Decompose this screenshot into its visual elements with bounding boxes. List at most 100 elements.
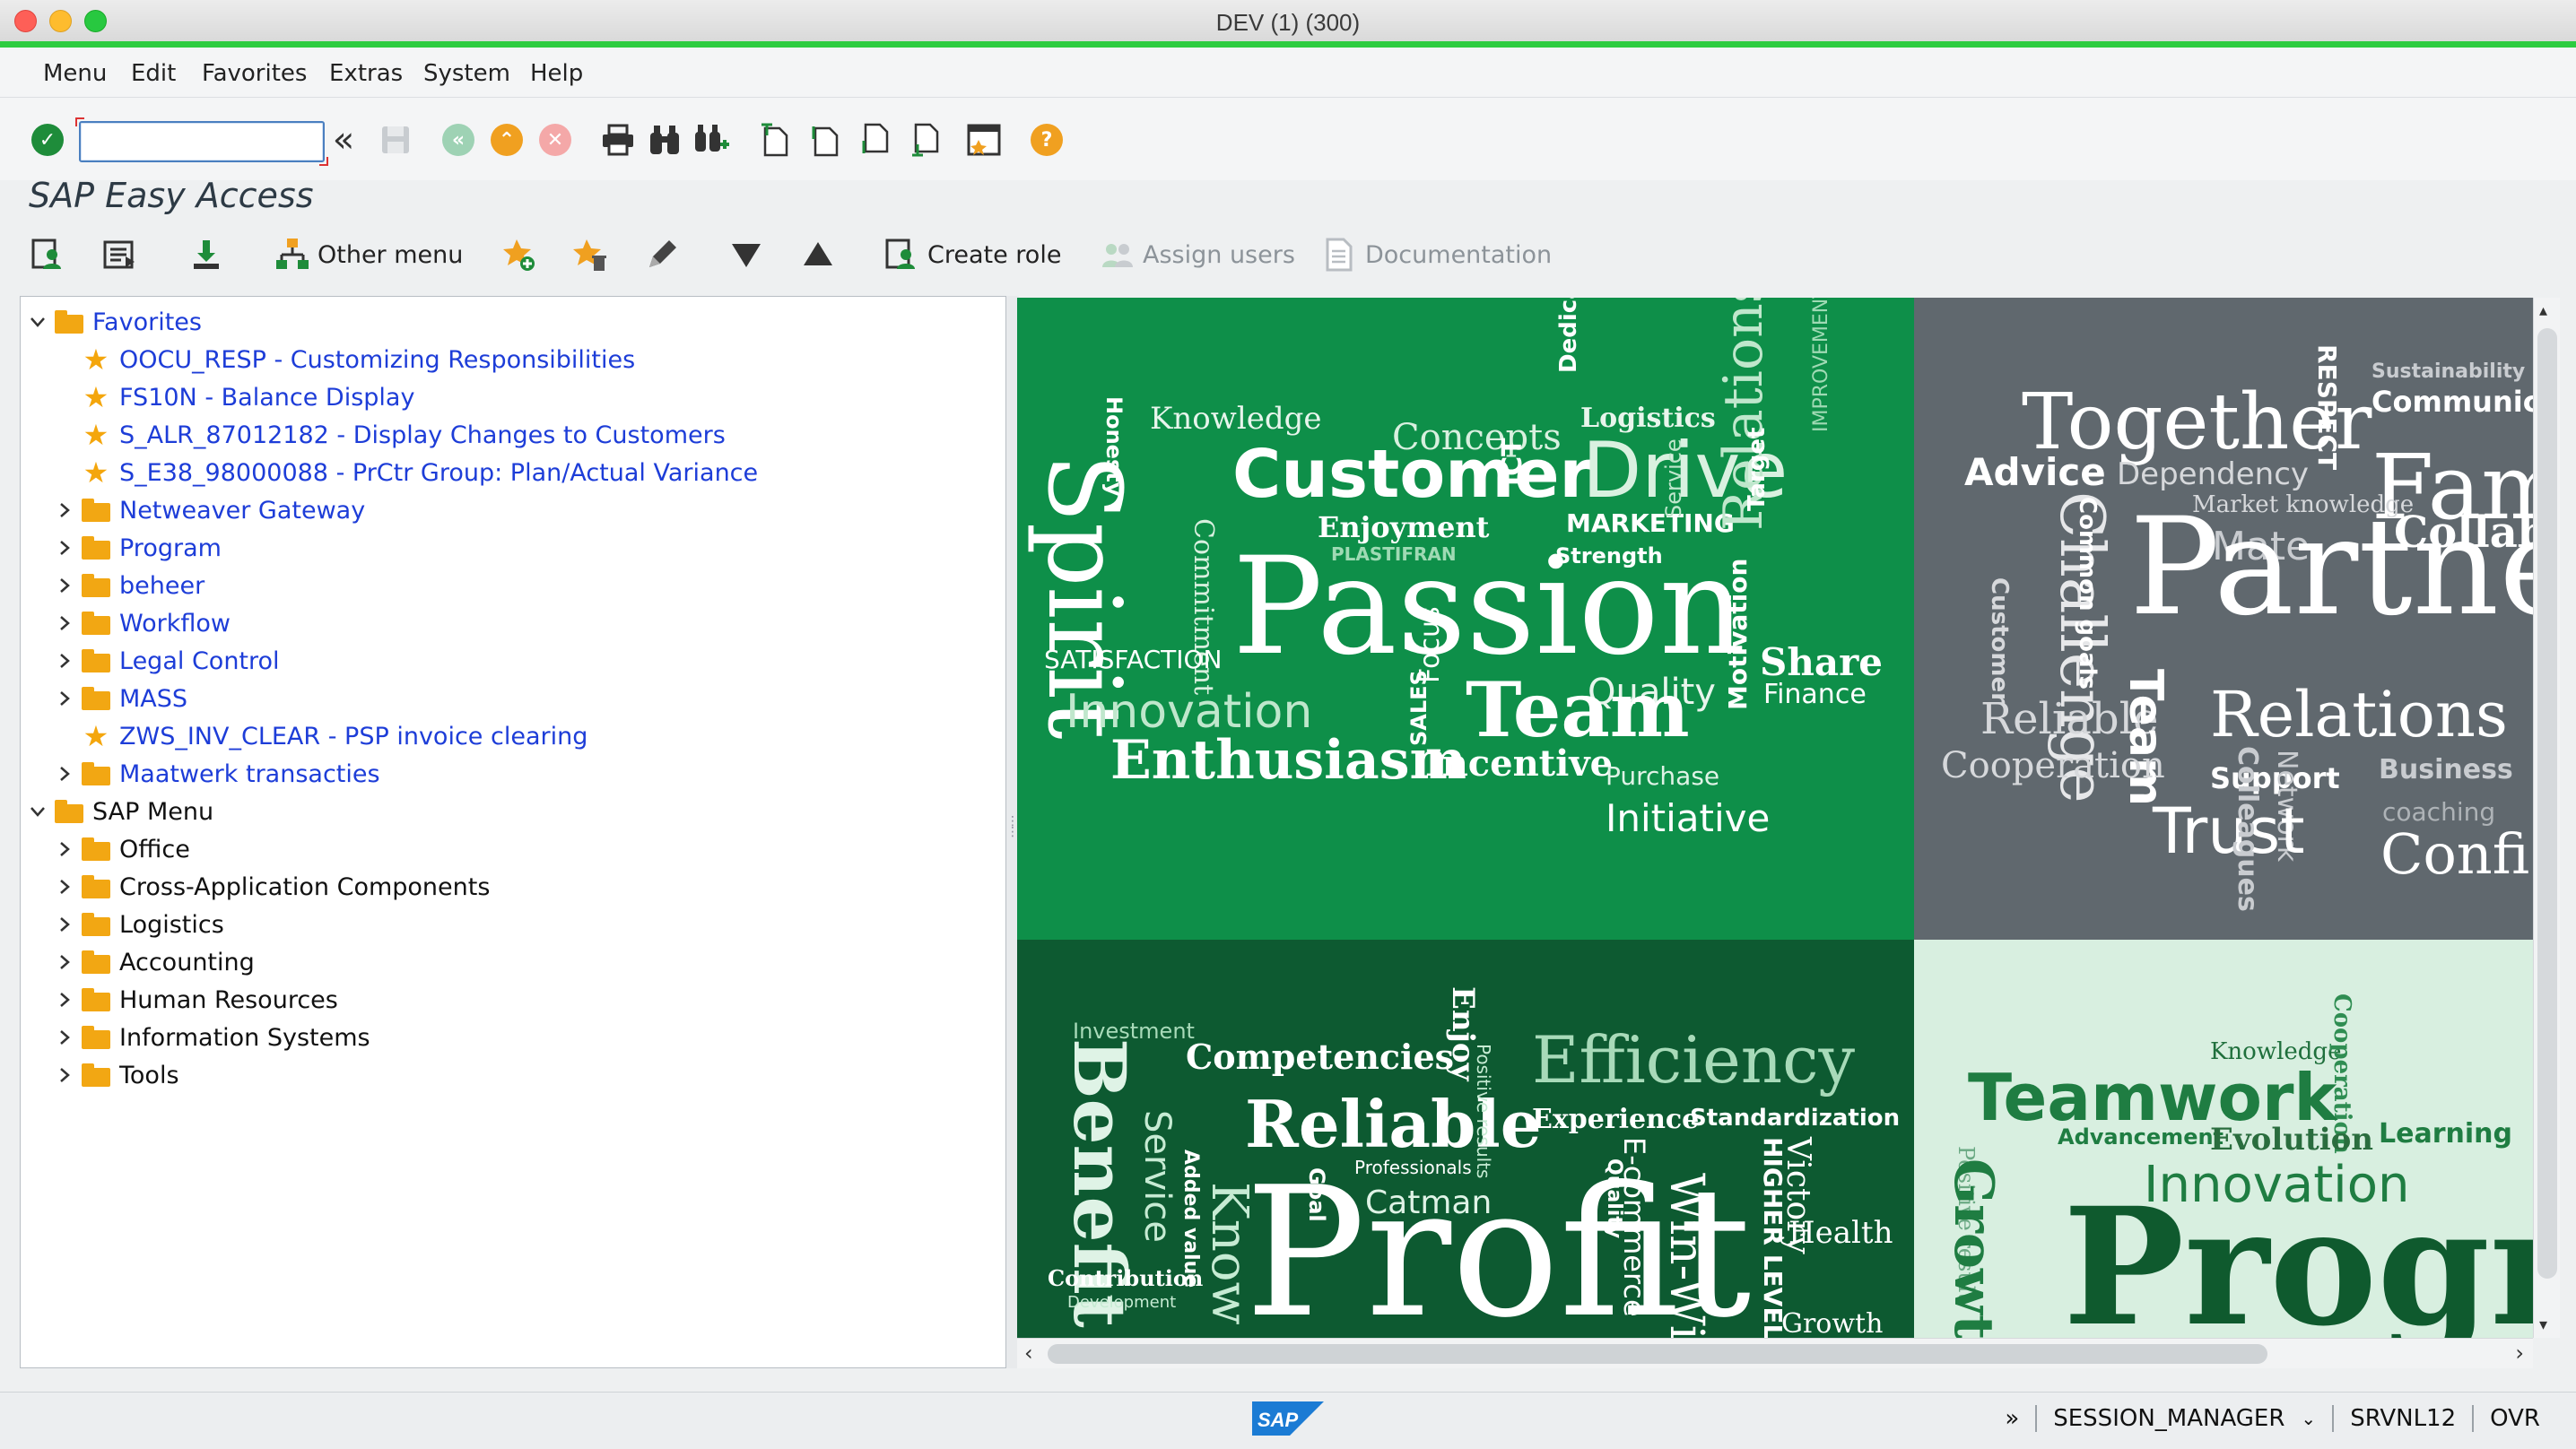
tree-folder[interactable]: Accounting <box>55 944 255 980</box>
chevron-right-icon[interactable] <box>55 839 74 859</box>
chevron-right-icon[interactable] <box>55 877 74 897</box>
word-cloud-word: Passion <box>1232 529 1746 685</box>
tree-folder[interactable]: Maatwerk transacties <box>55 756 380 792</box>
tree-folder[interactable]: Legal Control <box>55 643 280 679</box>
find-next-icon[interactable] <box>692 121 730 159</box>
horizontal-scrollbar[interactable]: ‹ › <box>1017 1338 2533 1368</box>
scroll-up-icon[interactable]: ▴ <box>2539 301 2547 320</box>
sap-menu-button[interactable] <box>102 235 145 274</box>
tree-node-label: Logistics <box>119 910 224 939</box>
status-fields: » SESSION_MANAGER ⌄ SRVNL12 OVR <box>2005 1405 2540 1432</box>
menu-favorites[interactable]: Favorites <box>202 60 307 87</box>
chevron-right-icon[interactable] <box>55 500 74 520</box>
chevron-right-icon[interactable] <box>55 764 74 784</box>
word-cloud-partner: SustainabilityTogetherRESPECTCommunicati… <box>1914 298 2533 940</box>
add-to-favorites-button[interactable] <box>500 235 544 274</box>
create-session-icon[interactable] <box>965 121 1003 159</box>
tree-folder[interactable]: Human Resources <box>55 982 338 1018</box>
find-icon[interactable] <box>646 121 683 159</box>
chevron-right-icon[interactable] <box>55 613 74 633</box>
tree-folder[interactable]: Tools <box>55 1057 179 1093</box>
command-field[interactable] <box>75 117 328 166</box>
tree-favorite-item[interactable]: ★ S_ALR_87012182 - Display Changes to Cus… <box>55 417 726 453</box>
chevron-right-icon[interactable] <box>55 915 74 934</box>
word-cloud-progress: Knowledge Cooperation Teamwork Advancement E… <box>1914 940 2533 1338</box>
vertical-scroll-thumb[interactable] <box>2537 328 2557 1279</box>
folder-icon <box>82 913 110 936</box>
menu-extras[interactable]: Extras <box>329 60 403 87</box>
tree-favorite-item[interactable]: ★ OOCU_RESP - Customizing Responsibilitie… <box>55 342 636 377</box>
chevron-right-icon[interactable] <box>55 651 74 671</box>
status-separator <box>2332 1405 2335 1432</box>
move-favorite-down-button[interactable] <box>728 235 771 274</box>
chevron-right-icon[interactable] <box>55 1028 74 1047</box>
tree-favorite-item[interactable]: ★ S_E38_98000088 - PrCtr Group: Plan/Actu… <box>55 455 758 490</box>
chevron-down-icon[interactable] <box>28 312 48 332</box>
back-icon[interactable]: « <box>439 121 477 159</box>
tree-folder[interactable]: Logistics <box>55 907 224 942</box>
save-icon[interactable] <box>377 121 414 159</box>
tree-folder[interactable]: Workflow <box>55 605 231 641</box>
delete-favorite-button[interactable] <box>572 235 615 274</box>
change-favorite-button[interactable] <box>644 235 687 274</box>
first-page-icon[interactable] <box>755 121 793 159</box>
chevron-right-icon[interactable] <box>55 538 74 558</box>
assign-users-icon <box>1100 237 1136 273</box>
session-manager-field[interactable]: SESSION_MANAGER <box>2053 1405 2284 1432</box>
tree-node-label: S_ALR_87012182 - Display Changes to Cust… <box>119 421 726 449</box>
menu-bar: Menu Edit Favorites Extras System Help <box>0 48 2576 98</box>
tree-favorite-item[interactable]: ★ FS10N - Balance Display <box>55 379 415 415</box>
tree-node-sap-menu[interactable]: SAP Menu <box>28 794 213 829</box>
menu-edit[interactable]: Edit <box>131 60 176 87</box>
status-expand-icon[interactable]: » <box>2005 1405 2019 1432</box>
vertical-scrollbar[interactable]: ▴ ▾ <box>2533 298 2560 1338</box>
tree-favorite-item[interactable]: ★ ZWS_INV_CLEAR - PSP invoice clearing <box>55 718 588 754</box>
chevron-down-icon[interactable] <box>28 802 48 821</box>
word-cloud-word: Efficiency <box>1532 1022 1856 1098</box>
user-menu-button[interactable] <box>30 235 74 274</box>
download-button[interactable] <box>188 235 231 274</box>
other-menu-button[interactable]: Other menu <box>274 235 463 274</box>
enter-icon[interactable]: ✓ <box>29 121 66 159</box>
menu-system[interactable]: System <box>423 60 510 87</box>
previous-page-icon[interactable] <box>805 121 843 159</box>
tree-folder[interactable]: Cross-Application Components <box>55 869 490 905</box>
print-icon[interactable] <box>599 121 637 159</box>
chevron-down-icon[interactable]: ⌄ <box>2301 1408 2316 1429</box>
sap-menu-icon <box>102 237 138 273</box>
tree-folder[interactable]: Netweaver Gateway <box>55 492 365 528</box>
word-cloud-word: ICT <box>1497 438 1528 486</box>
help-icon[interactable]: ? <box>1028 121 1066 159</box>
tree-folder[interactable]: MASS <box>55 681 187 716</box>
scroll-down-icon[interactable]: ▾ <box>2539 1315 2547 1334</box>
user-menu-icon <box>30 237 66 273</box>
menu-menu[interactable]: Menu <box>43 60 107 87</box>
tree-folder[interactable]: Program <box>55 530 222 566</box>
chevron-right-icon[interactable] <box>55 1065 74 1085</box>
folder-icon <box>82 875 110 898</box>
tree-node-label: ZWS_INV_CLEAR - PSP invoice clearing <box>119 722 588 751</box>
chevron-right-icon[interactable] <box>55 689 74 708</box>
horizontal-scroll-thumb[interactable] <box>1048 1344 2267 1364</box>
next-page-icon[interactable] <box>856 121 893 159</box>
documentation-button[interactable]: Documentation <box>1322 235 1552 274</box>
assign-users-button[interactable]: Assign users <box>1100 235 1295 274</box>
create-role-button[interactable]: Create role <box>884 235 1061 274</box>
cancel-icon[interactable]: ✕ <box>536 121 574 159</box>
tree-folder[interactable]: beheer <box>55 568 205 603</box>
tree-node-favorites[interactable]: Favorites <box>28 304 202 340</box>
move-favorite-up-button[interactable] <box>800 235 843 274</box>
tree-folder[interactable]: Information Systems <box>55 1020 370 1055</box>
standard-toolbar: ✓ « « ⌃ ✕ ? <box>0 98 2576 180</box>
scroll-left-icon[interactable]: ‹ <box>1024 1341 1033 1366</box>
chevron-right-icon[interactable] <box>55 952 74 972</box>
chevron-right-icon[interactable] <box>55 990 74 1010</box>
back-double-chevron-icon[interactable]: « <box>325 119 362 161</box>
word-cloud-word: Colleagues <box>2232 746 2263 912</box>
exit-icon[interactable]: ⌃ <box>488 121 526 159</box>
scroll-right-icon[interactable]: › <box>2515 1341 2524 1366</box>
menu-help[interactable]: Help <box>530 60 583 87</box>
tree-folder[interactable]: Office <box>55 831 190 867</box>
chevron-right-icon[interactable] <box>55 576 74 595</box>
last-page-icon[interactable] <box>906 121 944 159</box>
